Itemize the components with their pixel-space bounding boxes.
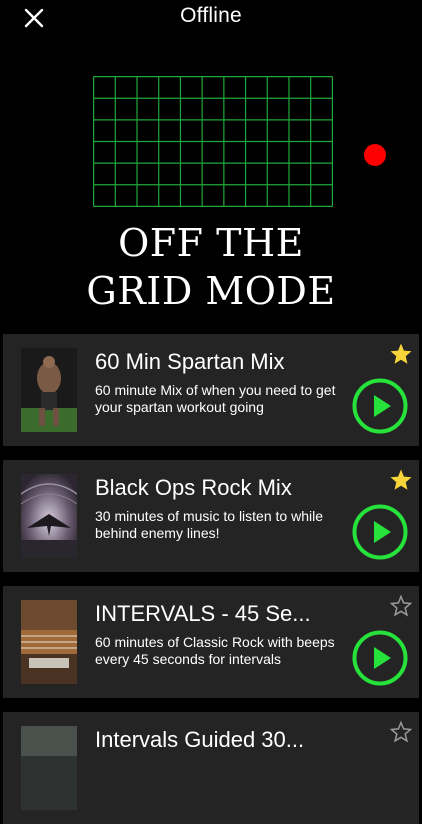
- playlist-card[interactable]: 60 Min Spartan Mix 60 minute Mix of when…: [3, 334, 419, 446]
- playlist-title: 60 Min Spartan Mix: [95, 349, 285, 374]
- grid-graphic: [93, 76, 333, 207]
- top-bar: Offline: [0, 0, 422, 36]
- playlist-card[interactable]: Black Ops Rock Mix 30 minutes of music t…: [3, 460, 419, 572]
- play-icon: [374, 395, 391, 417]
- playlist-thumbnail: [21, 474, 77, 558]
- play-icon: [374, 521, 391, 543]
- playlist-title: INTERVALS - 45 Se...: [95, 601, 311, 626]
- playlist-thumbnail: [21, 726, 77, 810]
- hero-title: OFF THE GRID MODE: [0, 219, 422, 315]
- star-filled-icon[interactable]: [389, 468, 413, 492]
- playlist-description: 30 minutes of music to listen to while b…: [95, 508, 323, 541]
- play-icon: [374, 647, 391, 669]
- playlist-thumbnail: [21, 348, 77, 432]
- play-button[interactable]: [352, 630, 408, 686]
- playlist-card[interactable]: Intervals Guided 30...: [3, 712, 419, 824]
- play-button[interactable]: [352, 504, 408, 560]
- playlist-card[interactable]: INTERVALS - 45 Se... 60 minutes of Class…: [3, 586, 419, 698]
- playlist-description: 60 minute Mix of when you need to get yo…: [95, 382, 336, 415]
- page-title: Offline: [180, 4, 242, 27]
- playlist-thumbnail: [21, 600, 77, 684]
- play-button[interactable]: [352, 378, 408, 434]
- star-filled-icon[interactable]: [389, 342, 413, 366]
- playlist-title: Black Ops Rock Mix: [95, 475, 292, 500]
- red-dot: [364, 144, 386, 166]
- playlist-description: 60 minutes of Classic Rock with beeps ev…: [95, 634, 335, 667]
- hero-title-line1: OFF THE: [118, 221, 304, 265]
- hero-title-line2: GRID MODE: [86, 269, 336, 313]
- hero-banner: OFF THE GRID MODE: [0, 36, 422, 336]
- star-outline-icon[interactable]: [389, 720, 413, 744]
- star-outline-icon[interactable]: [389, 594, 413, 618]
